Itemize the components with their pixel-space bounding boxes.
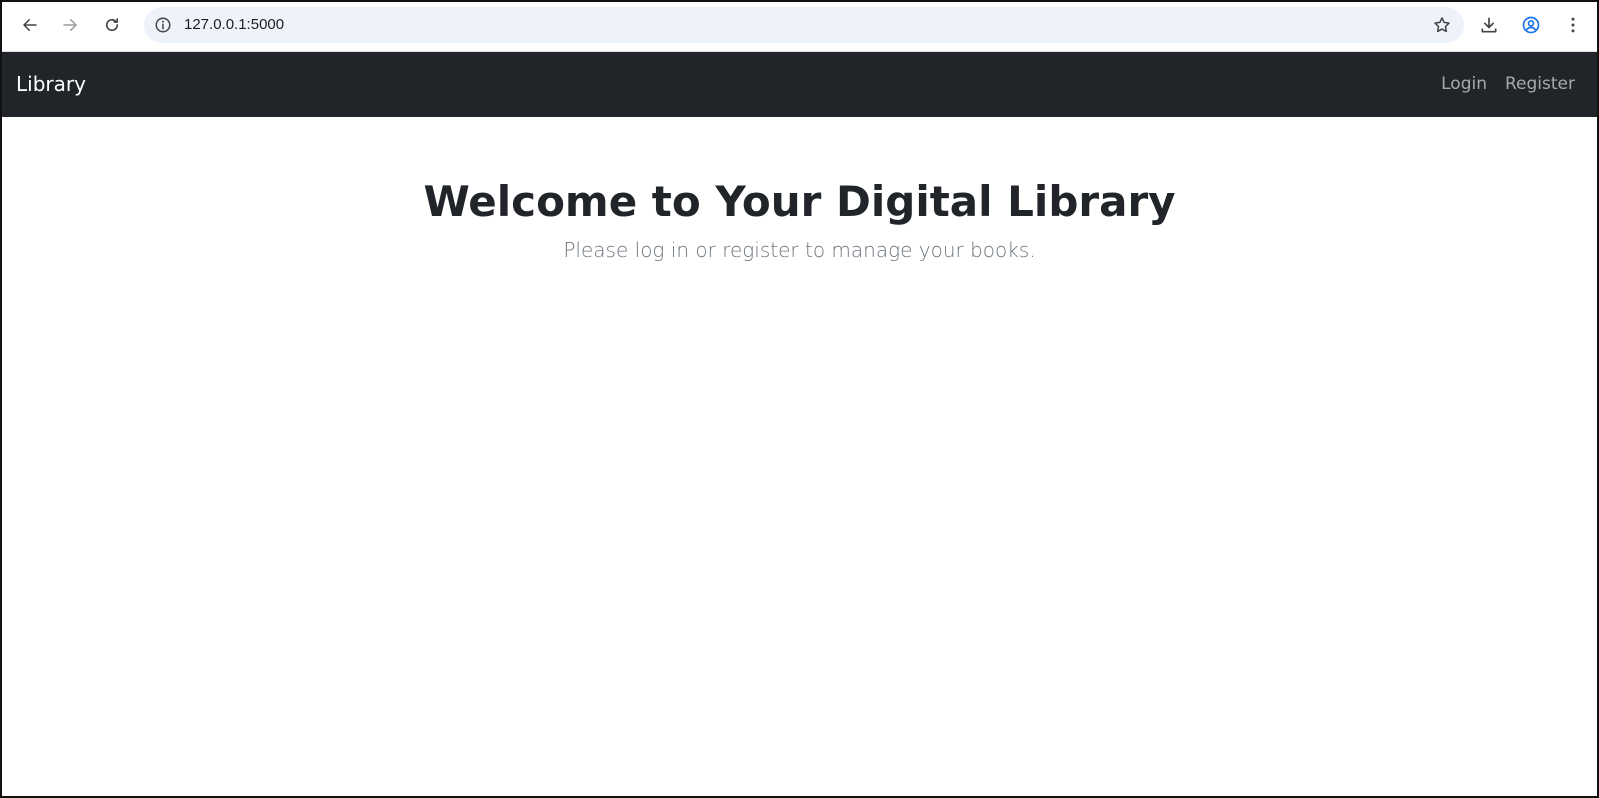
download-icon xyxy=(1481,17,1497,33)
address-bar[interactable]: 127.0.0.1:5000 xyxy=(144,7,1464,43)
navbar-links: Login Register xyxy=(1441,74,1575,94)
profile-button[interactable] xyxy=(1520,14,1542,36)
reload-icon xyxy=(105,18,119,32)
navbar-brand[interactable]: Library xyxy=(16,72,86,96)
lead-text: Please log in or register to manage your… xyxy=(563,238,1036,262)
app-navbar: Library Login Register xyxy=(2,52,1597,117)
register-link[interactable]: Register xyxy=(1505,74,1575,94)
arrow-left-icon xyxy=(23,19,37,31)
menu-button[interactable] xyxy=(1562,14,1584,36)
main-content: Welcome to Your Digital Library Please l… xyxy=(2,117,1597,263)
download-button[interactable] xyxy=(1478,14,1500,36)
url-text[interactable]: 127.0.0.1:5000 xyxy=(184,16,284,34)
arrow-right-icon xyxy=(63,19,77,31)
star-icon[interactable] xyxy=(1432,15,1452,35)
more-vertical-icon xyxy=(1571,17,1575,33)
info-icon[interactable] xyxy=(154,16,172,34)
browser-toolbar: 127.0.0.1:5000 xyxy=(2,2,1597,52)
forward-button[interactable] xyxy=(58,13,82,37)
page-title: Welcome to Your Digital Library xyxy=(423,177,1176,226)
browser-window: 127.0.0.1:5000 Library Login Register We… xyxy=(0,0,1599,798)
profile-icon xyxy=(1522,16,1540,34)
login-link[interactable]: Login xyxy=(1441,74,1487,94)
reload-button[interactable] xyxy=(100,13,124,37)
back-button[interactable] xyxy=(18,13,42,37)
